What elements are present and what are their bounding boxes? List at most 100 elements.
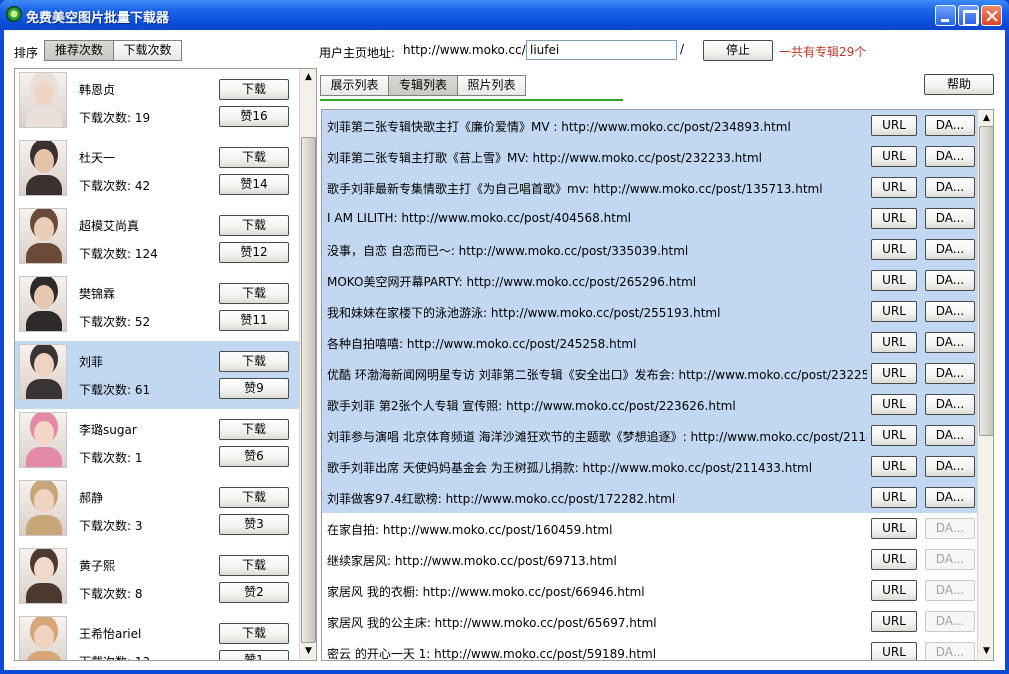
vertical-scrollbar[interactable]: ▲ ▼ [977,110,993,660]
close-icon[interactable] [981,5,1002,26]
like-button[interactable]: 赞14 [219,174,289,195]
album-row[interactable]: 刘菲第二张专辑主打歌《苔上雪》MV: http://www.moko.cc/po… [322,141,977,172]
album-row[interactable]: 歌手刘菲 第2张个人专辑 宣传照: http://www.moko.cc/pos… [322,389,977,420]
album-row[interactable]: 我和妹妹在家楼下的泳池游泳: http://www.moko.cc/post/2… [322,296,977,327]
download-button[interactable]: 下载 [219,215,289,236]
like-button[interactable]: 赞1 [219,650,289,660]
url-button[interactable]: URL [871,146,917,167]
download-album-button[interactable]: DA... [925,518,975,539]
like-button[interactable]: 赞16 [219,106,289,127]
url-button[interactable]: URL [871,642,917,660]
download-album-button[interactable]: DA... [925,549,975,570]
album-row[interactable]: 歌手刘菲最新专集情歌主打《为自己唱首歌》mv: http://www.moko.… [322,172,977,203]
album-row[interactable]: 歌手刘菲出席 天使妈妈基金会 为王树孤儿捐款: http://www.moko.… [322,451,977,482]
url-button[interactable]: URL [871,239,917,260]
download-album-button[interactable]: DA... [925,301,975,322]
minimize-icon[interactable] [935,5,956,26]
url-button[interactable]: URL [871,332,917,353]
url-button[interactable]: URL [871,487,917,508]
maximize-icon[interactable] [958,5,979,26]
album-row[interactable]: 优酷 环渤海新闻网明星专访 刘菲第二张专辑《安全出口》发布会: http://w… [322,358,977,389]
title-bar[interactable]: 免费美空图片批量下载器 [0,0,1009,30]
download-album-button[interactable]: DA... [925,580,975,601]
download-button[interactable]: 下载 [219,555,289,576]
download-button[interactable]: 下载 [219,623,289,644]
person-item[interactable]: 樊锦霖 下载次数: 52 下载 赞11 [15,273,299,341]
url-button[interactable]: URL [871,611,917,632]
url-button[interactable]: URL [871,580,917,601]
like-button[interactable]: 赞6 [219,446,289,467]
album-row[interactable]: 继续家居风: http://www.moko.cc/post/69713.htm… [322,544,977,575]
download-album-button[interactable]: DA... [925,177,975,198]
album-row[interactable]: I AM LILITH: http://www.moko.cc/post/404… [322,203,977,234]
album-row[interactable]: 各种自拍嘻嘻: http://www.moko.cc/post/245258.h… [322,327,977,358]
download-album-button[interactable]: DA... [925,332,975,353]
like-button[interactable]: 赞2 [219,582,289,603]
url-button[interactable]: URL [871,363,917,384]
person-item[interactable]: 郝静 下载次数: 3 下载 赞3 [15,477,299,545]
url-button[interactable]: URL [871,270,917,291]
sort-by-recommend[interactable]: 推荐次数 [44,40,114,61]
album-row[interactable]: 家居风 我的公主床: http://www.moko.cc/post/65697… [322,606,977,637]
url-button[interactable]: URL [871,115,917,136]
person-item[interactable]: 超模艾尚真 下载次数: 124 下载 赞12 [15,205,299,273]
download-button[interactable]: 下载 [219,79,289,100]
download-album-button[interactable]: DA... [925,487,975,508]
download-album-button[interactable]: DA... [925,456,975,477]
down-arrow-icon[interactable]: ▼ [301,644,316,659]
tab-showcase-list[interactable]: 展示列表 [320,75,389,96]
download-album-button[interactable]: DA... [925,394,975,415]
download-button[interactable]: 下载 [219,283,289,304]
url-button[interactable]: URL [871,208,917,229]
vertical-scrollbar[interactable]: ▲ ▼ [299,69,316,660]
download-button[interactable]: 下载 [219,419,289,440]
person-item[interactable]: 韩恩贞 下载次数: 19 下载 赞16 [15,69,299,137]
like-button[interactable]: 赞9 [219,378,289,399]
download-button[interactable]: 下载 [219,351,289,372]
url-button[interactable]: URL [871,425,917,446]
download-album-button[interactable]: DA... [925,363,975,384]
people-list[interactable]: 韩恩贞 下载次数: 19 下载 赞16 杜天一 下载次数: 42 下载 赞14 超模艾尚真 下载次… [14,68,317,661]
url-button[interactable]: URL [871,301,917,322]
download-album-button[interactable]: DA... [925,146,975,167]
person-item[interactable]: 刘菲 下载次数: 61 下载 赞9 [15,341,299,409]
download-album-button[interactable]: DA... [925,239,975,260]
download-album-button[interactable]: DA... [925,208,975,229]
scrollbar-thumb[interactable] [301,137,316,643]
download-album-button[interactable]: DA... [925,642,975,660]
tab-album-list[interactable]: 专辑列表 [388,75,458,96]
person-item[interactable]: 杜天一 下载次数: 42 下载 赞14 [15,137,299,205]
person-item[interactable]: 黄子熙 下载次数: 8 下载 赞2 [15,545,299,613]
album-list[interactable]: 刘菲第二张专辑快歌主打《廉价爱情》MV : http://www.moko.cc… [321,109,994,661]
help-button[interactable]: 帮助 [924,74,994,95]
down-arrow-icon[interactable]: ▼ [979,644,993,659]
person-item[interactable]: 李璐sugar 下载次数: 1 下载 赞6 [15,409,299,477]
download-album-button[interactable]: DA... [925,115,975,136]
username-input[interactable]: liufei [526,40,677,60]
like-button[interactable]: 赞3 [219,514,289,535]
album-row[interactable]: 在家自拍: http://www.moko.cc/post/160459.htm… [322,513,977,544]
download-button[interactable]: 下载 [219,487,289,508]
download-album-button[interactable]: DA... [925,270,975,291]
url-button[interactable]: URL [871,549,917,570]
url-button[interactable]: URL [871,456,917,477]
download-album-button[interactable]: DA... [925,425,975,446]
tab-photo-list[interactable]: 照片列表 [457,75,526,96]
up-arrow-icon[interactable]: ▲ [301,70,316,85]
stop-button[interactable]: 停止 [703,40,773,61]
album-row[interactable]: 刘菲做客97.4红歌榜: http://www.moko.cc/post/172… [322,482,977,513]
up-arrow-icon[interactable]: ▲ [979,111,993,126]
url-button[interactable]: URL [871,518,917,539]
album-row[interactable]: 密云 的开心一天 1: http://www.moko.cc/post/5918… [322,637,977,660]
album-row[interactable]: 没事，自恋 自恋而已～: http://www.moko.cc/post/335… [322,234,977,265]
sort-by-downloads[interactable]: 下载次数 [113,40,182,61]
url-button[interactable]: URL [871,177,917,198]
like-button[interactable]: 赞12 [219,242,289,263]
album-row[interactable]: MOKO美空网开幕PARTY: http://www.moko.cc/post/… [322,265,977,296]
download-button[interactable]: 下载 [219,147,289,168]
download-album-button[interactable]: DA... [925,611,975,632]
like-button[interactable]: 赞11 [219,310,289,331]
scrollbar-thumb[interactable] [979,126,993,436]
url-button[interactable]: URL [871,394,917,415]
album-row[interactable]: 刘菲参与演唱 北京体育频道 海洋沙滩狂欢节的主题歌《梦想追逐》: http://… [322,420,977,451]
